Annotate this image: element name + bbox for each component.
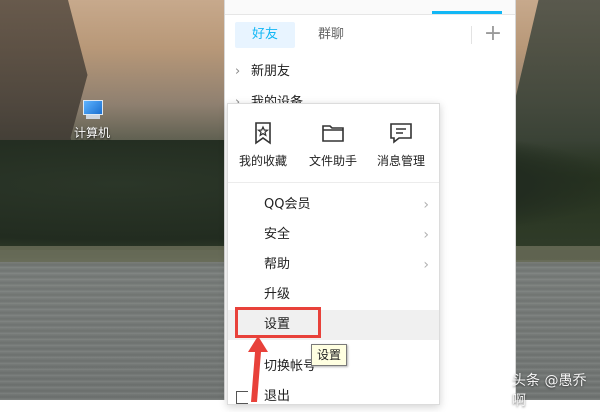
- menu-item-help[interactable]: 帮助 ›: [228, 250, 439, 280]
- chevron-right-icon: ›: [423, 257, 429, 273]
- quick-file-assistant-label: 文件助手: [308, 154, 357, 168]
- quick-actions: 我的收藏 文件助手 消息管理: [228, 104, 439, 182]
- message-icon: [390, 123, 412, 144]
- chevron-right-icon: ›: [423, 227, 429, 243]
- quick-message-manager-label: 消息管理: [376, 154, 425, 168]
- menu-item-label: 帮助: [264, 257, 291, 272]
- watermark-text: 头条 @愚乔啊: [512, 373, 587, 409]
- tab-friends[interactable]: 好友: [235, 22, 295, 48]
- computer-icon: [81, 100, 103, 120]
- friend-group-label: 新朋友: [251, 64, 291, 79]
- add-plus-icon[interactable]: +: [483, 23, 503, 45]
- chevron-right-icon: ›: [235, 64, 241, 79]
- menu-divider: [228, 182, 439, 183]
- desktop-computer-label: 计算机: [73, 126, 110, 140]
- tab-divider: [471, 26, 472, 44]
- menu-item-qq-vip[interactable]: QQ会员 ›: [228, 190, 439, 220]
- quick-favorites-button[interactable]: 我的收藏: [228, 120, 298, 169]
- quick-favorites-label: 我的收藏: [238, 154, 287, 168]
- menu-item-label: 安全: [264, 227, 291, 242]
- red-pointer-arrow: [248, 336, 268, 402]
- folder-icon: [322, 125, 344, 142]
- settings-tooltip: 设置: [311, 344, 348, 366]
- tab-groups[interactable]: 群聊: [301, 22, 361, 48]
- contact-tabs: 好友 群聊 +: [225, 20, 515, 52]
- desktop-computer-icon[interactable]: 计算机: [70, 100, 114, 141]
- chevron-right-icon: ›: [423, 197, 429, 213]
- friend-group-new-friends[interactable]: › 新朋友: [235, 61, 290, 83]
- bookmark-icon: [255, 122, 271, 145]
- quick-message-manager-button[interactable]: 消息管理: [366, 120, 436, 169]
- menu-item-upgrade[interactable]: 升级: [228, 280, 439, 310]
- menu-item-security[interactable]: 安全 ›: [228, 220, 439, 250]
- active-tab-indicator: [432, 11, 502, 14]
- menu-item-label: 升级: [264, 287, 291, 302]
- menu-item-label: QQ会员: [264, 197, 311, 212]
- quick-file-assistant-button[interactable]: 文件助手: [298, 120, 368, 169]
- qq-top-tab-strip: [225, 0, 515, 15]
